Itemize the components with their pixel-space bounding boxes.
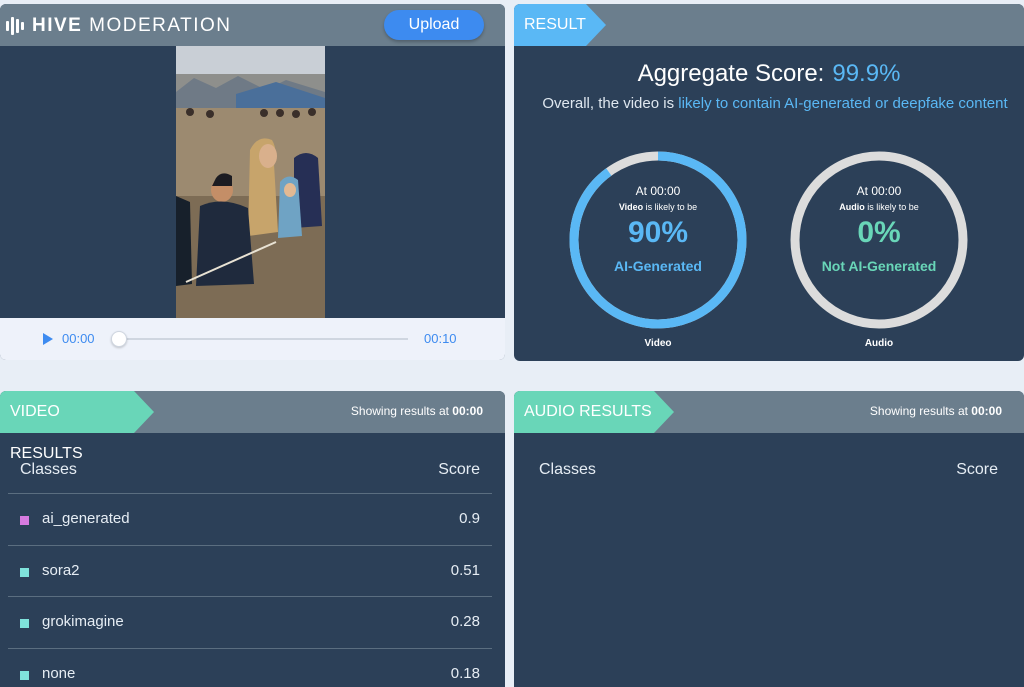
video-results-tag: VIDEO RESULTS xyxy=(0,391,154,462)
class-color-swatch xyxy=(20,516,29,525)
gauge-time: At 00:00 xyxy=(635,184,681,198)
video-results-table: ai_generated 0.9 sora2 0.51 grokimagine 0.28 n… xyxy=(8,493,492,687)
audio-results-tag: AUDIO RESULTS xyxy=(514,391,674,433)
overall-prefix: Overall, the video is xyxy=(542,95,679,112)
aggregate-value: 99.9% xyxy=(832,60,901,87)
showing-time: 00:00 xyxy=(971,404,1002,418)
class-name: none xyxy=(42,664,76,682)
video-gauge: At 00:00 Video is likely to be 90% AI-Ge… xyxy=(568,150,748,349)
gauge-time: At 00:00 xyxy=(856,184,902,198)
result-tag: RESULT xyxy=(514,4,606,46)
col-header-classes: Classes xyxy=(539,461,596,478)
video-player-panel: HIVE MODERATION Upload 00:00 00:10 xyxy=(0,4,505,360)
table-row: none 0.18 xyxy=(8,647,492,687)
logo-text-bold: HIVE xyxy=(32,15,83,36)
gauge-verdict: Not AI-Generated xyxy=(821,258,937,274)
showing-time: 00:00 xyxy=(452,404,483,418)
gauge-subject: Video xyxy=(618,202,644,212)
class-name: ai_generated xyxy=(42,510,130,527)
seek-track[interactable] xyxy=(118,338,408,340)
hive-logo[interactable]: HIVE MODERATION xyxy=(6,15,232,37)
table-row: grokimagine 0.28 xyxy=(8,596,492,648)
audio-results-panel: AUDIO RESULTS Showing results at 00:00 C… xyxy=(514,391,1024,687)
table-row: sora2 0.51 xyxy=(8,544,492,597)
gauge-percent: 90% xyxy=(627,216,689,249)
logo-text-rest: MODERATION xyxy=(82,15,232,36)
video-preview[interactable] xyxy=(176,46,325,318)
col-header-classes: Classes xyxy=(20,461,77,478)
play-icon[interactable] xyxy=(43,333,53,345)
showing-results: Showing results at 00:00 xyxy=(350,404,483,418)
class-color-swatch xyxy=(20,670,29,680)
aggregate-label: Aggregate Score: xyxy=(637,60,825,87)
video-results-header: VIDEO RESULTS Showing results at 00:00 xyxy=(0,391,505,462)
current-time: 00:00 xyxy=(62,331,95,346)
gauge-likely-text: is likely to be xyxy=(864,202,919,212)
gauge-verdict: AI-Generated xyxy=(614,258,702,274)
gauge-percent: 0% xyxy=(857,216,901,249)
result-panel: RESULT Aggregate Score: 99.9% Overall, th… xyxy=(514,4,1024,361)
overall-summary: Overall, the video is likely to contain … xyxy=(530,92,1020,115)
hive-logo-icon xyxy=(6,17,24,35)
col-header-score: Score xyxy=(438,461,480,478)
aggregate-score: Aggregate Score: 99.9% xyxy=(514,60,1024,88)
video-results-panel: VIDEO RESULTS Showing results at 00:00 C… xyxy=(0,391,505,687)
upload-button[interactable]: Upload xyxy=(384,10,484,40)
gauge-likely-text: is likely to be xyxy=(643,202,698,212)
result-header: RESULT xyxy=(514,4,1024,46)
class-color-swatch xyxy=(20,567,29,577)
table-row: ai_generated 0.9 xyxy=(8,493,492,545)
audio-results-header: AUDIO RESULTS Showing results at 00:00 xyxy=(514,391,1024,433)
end-time: 00:10 xyxy=(424,331,457,346)
class-score: 0.51 xyxy=(450,561,480,579)
class-score: 0.28 xyxy=(450,613,480,630)
audio-gauge: At 00:00 Audio is likely to be 0% Not AI… xyxy=(789,150,969,349)
col-header-score: Score xyxy=(956,461,998,478)
app-header: HIVE MODERATION Upload xyxy=(0,4,505,46)
class-name: grokimagine xyxy=(42,613,124,630)
gauge-caption: Video xyxy=(644,338,672,349)
video-controls: 00:00 00:10 xyxy=(0,318,505,360)
gauge-caption: Audio xyxy=(864,338,894,349)
seek-handle[interactable] xyxy=(111,331,127,347)
showing-results: Showing results at 00:00 xyxy=(869,404,1002,418)
class-name: sora2 xyxy=(42,561,80,579)
class-score: 0.9 xyxy=(459,510,480,527)
video-frame-image xyxy=(176,46,325,318)
gauge-subject: Audio xyxy=(839,202,865,212)
overall-highlight: likely to contain AI-generated or deepfa… xyxy=(678,95,1008,112)
class-color-swatch xyxy=(20,619,29,628)
class-score: 0.18 xyxy=(450,664,480,682)
